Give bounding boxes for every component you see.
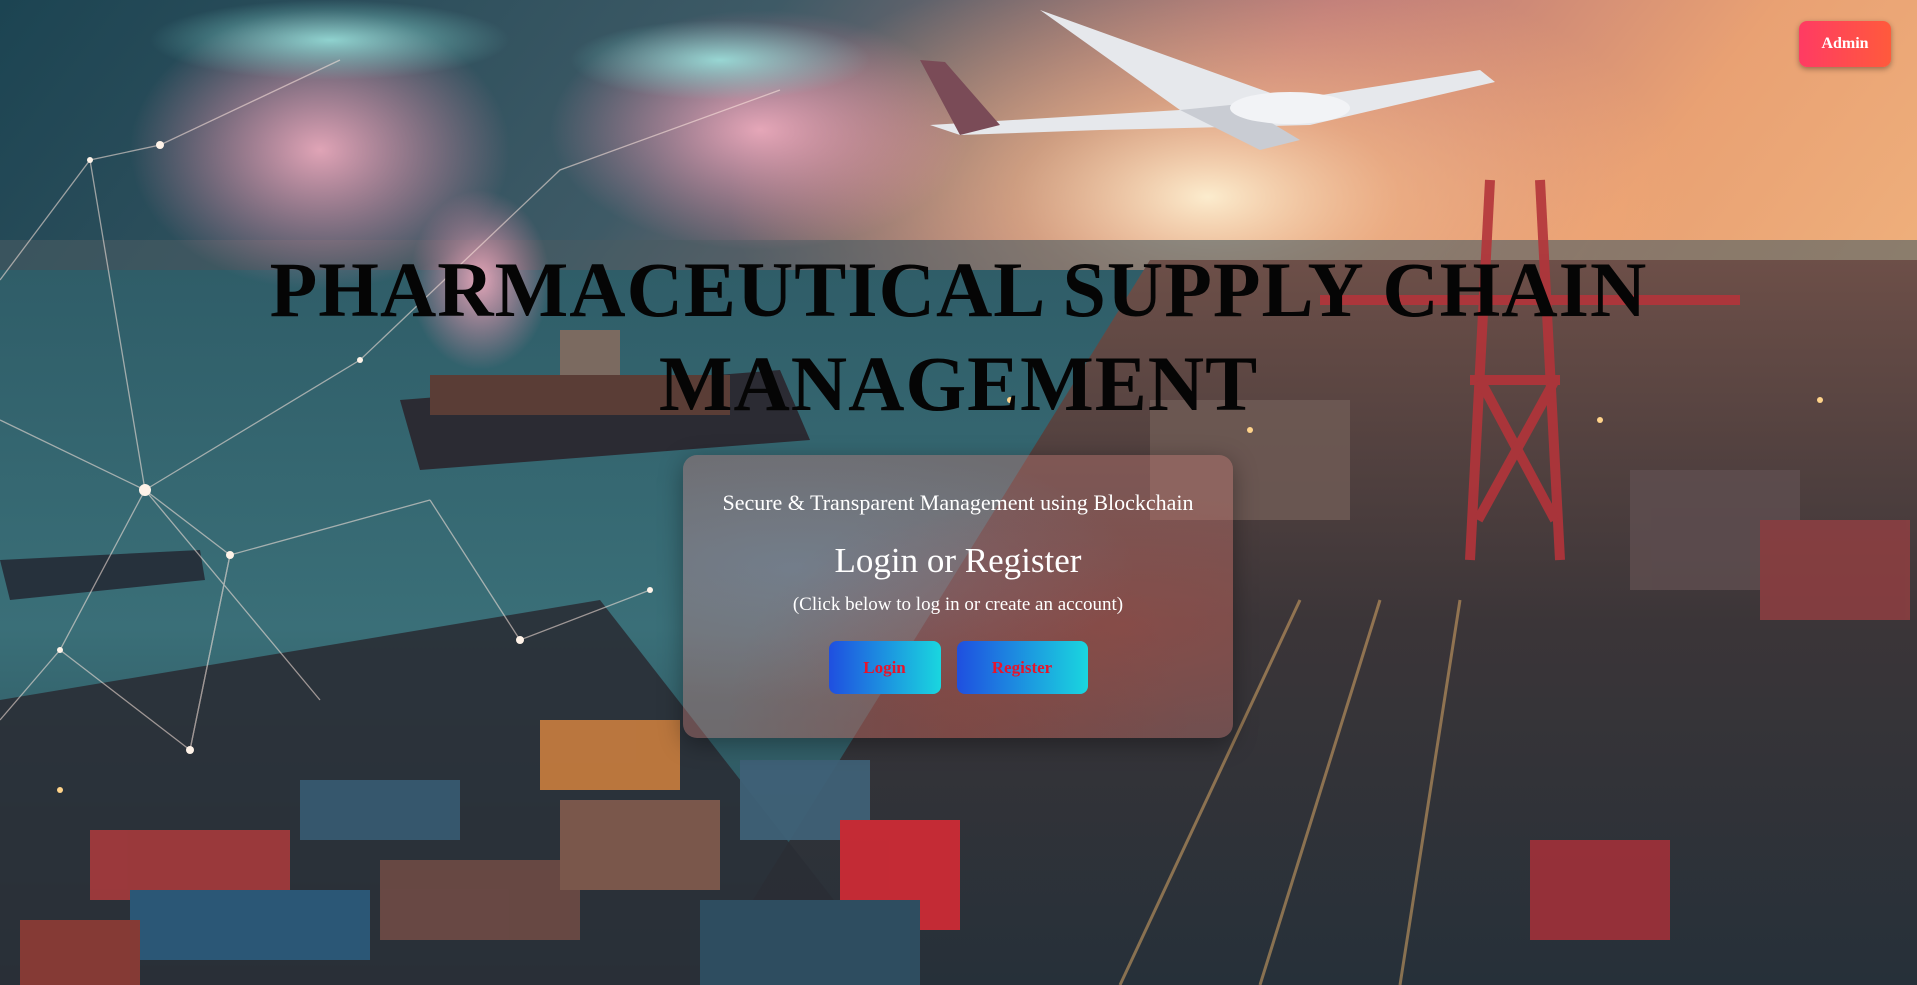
card-hint: (Click below to log in or create an acco…	[792, 594, 1124, 615]
admin-button[interactable]: Admin	[1799, 21, 1891, 67]
page-title: PHARMACEUTICAL SUPPLY CHAIN MANAGEMENT	[269, 246, 1648, 427]
auth-card-content: Secure & Transparent Management using Bl…	[683, 455, 1233, 694]
login-button[interactable]: Login	[828, 641, 941, 694]
card-subtitle: Secure & Transparent Management using Bl…	[722, 490, 1194, 515]
card-heading: Login or Register	[834, 541, 1082, 580]
auth-card: Secure & Transparent Management using Bl…	[683, 455, 1233, 738]
register-button[interactable]: Register	[956, 641, 1088, 694]
page: Admin PHARMACEUTICAL SUPPLY CHAIN MANAGE…	[0, 0, 1917, 985]
auth-button-row: Login Register	[683, 617, 1233, 694]
